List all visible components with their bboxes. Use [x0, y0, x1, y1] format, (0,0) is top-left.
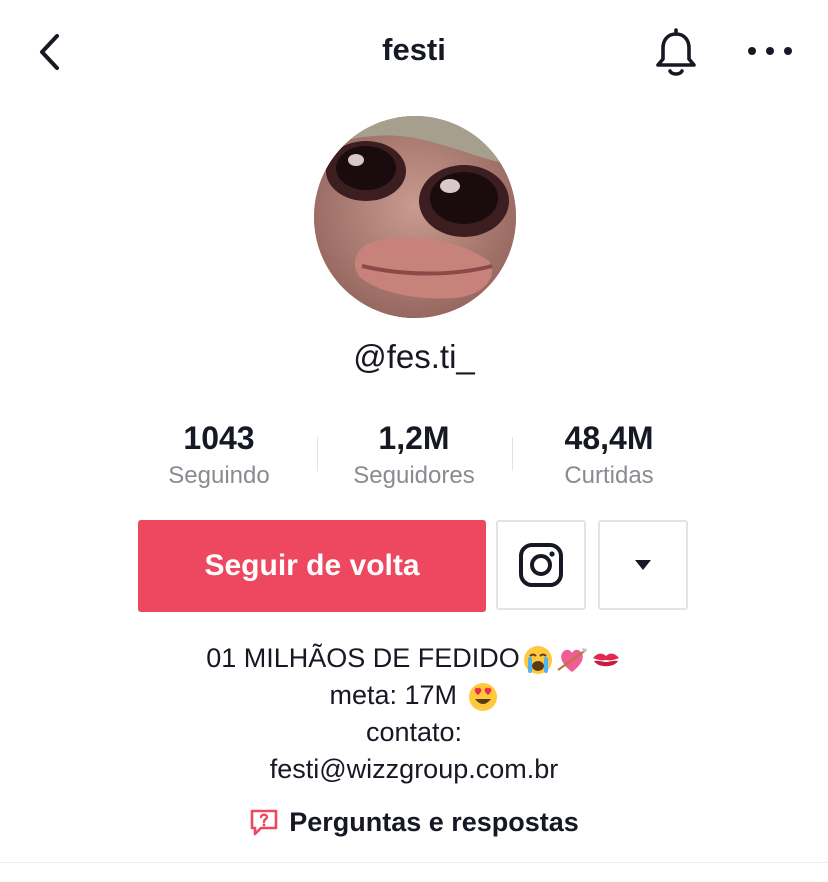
qa-label: Perguntas e respostas	[289, 806, 579, 837]
stat-label: Seguidores	[353, 462, 475, 489]
question-bubble-icon	[250, 809, 278, 836]
avatar[interactable]	[314, 116, 516, 318]
stat-divider	[317, 437, 318, 471]
stat-following[interactable]: 1043 Seguindo	[124, 418, 314, 490]
stat-label: Seguindo	[168, 462, 270, 489]
bell-icon	[656, 28, 696, 76]
stat-label: Curtidas	[564, 462, 654, 489]
more-actions-dropdown[interactable]	[598, 520, 688, 610]
page-title: festi	[382, 32, 446, 67]
more-horizontal-icon	[748, 47, 792, 55]
stats-row: 1043 Seguindo 1,2M Seguidores 48,4M Curt…	[0, 418, 828, 498]
bio-line: meta: 17M	[0, 677, 828, 714]
bio-text: meta: 17M	[329, 680, 465, 710]
profile-bio: 01 MILHÃOS DE FEDIDO meta: 17M contato: …	[0, 640, 828, 788]
bio-line: 01 MILHÃOS DE FEDIDO	[0, 640, 828, 677]
stat-followers[interactable]: 1,2M Seguidores	[319, 418, 509, 490]
heart-eyes-emoji	[468, 682, 497, 711]
bio-text: 01 MILHÃOS DE FEDIDO	[206, 643, 520, 673]
heart-with-arrow-emoji	[557, 647, 587, 672]
stat-value: 48,4M	[564, 420, 654, 456]
stat-divider	[512, 437, 513, 471]
stat-value: 1043	[183, 420, 255, 456]
section-divider	[0, 862, 828, 863]
follow-back-button[interactable]: Seguir de volta	[138, 520, 486, 612]
stat-likes[interactable]: 48,4M Curtidas	[514, 418, 704, 490]
caret-down-icon	[635, 560, 651, 570]
instagram-icon	[519, 543, 563, 587]
kiss-mark-emoji	[592, 653, 619, 667]
crying-face-emoji	[523, 645, 552, 674]
notification-button[interactable]	[652, 28, 700, 78]
more-options-button[interactable]	[744, 36, 796, 66]
avatar-image	[314, 116, 516, 318]
qa-link[interactable]: Perguntas e respostas	[0, 800, 828, 844]
username: @fes.ti_	[353, 338, 475, 375]
bio-contact-email[interactable]: festi@wizzgroup.com.br	[0, 751, 828, 788]
stat-value: 1,2M	[378, 420, 450, 456]
instagram-button[interactable]	[496, 520, 586, 610]
bio-line: contato:	[365, 717, 463, 747]
top-navigation-bar: festi	[0, 0, 828, 104]
